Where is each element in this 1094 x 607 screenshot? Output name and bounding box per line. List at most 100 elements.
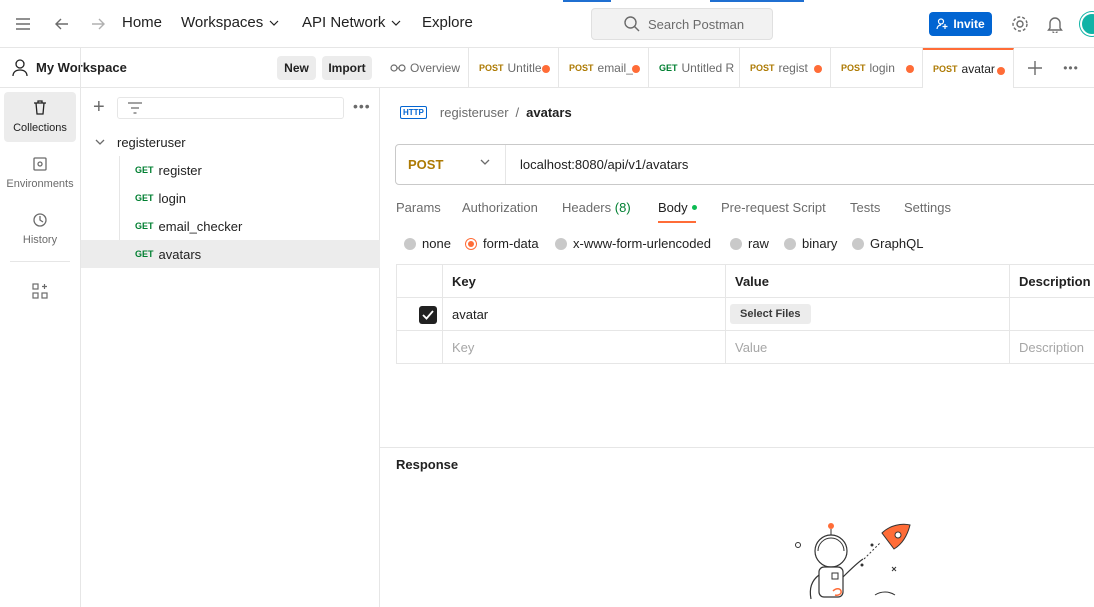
request-item-login[interactable]: GET login [81, 184, 380, 212]
new-description-input[interactable]: Description [1009, 331, 1094, 364]
rail-history[interactable]: History [4, 204, 76, 254]
http-icon: HTTP [400, 105, 427, 119]
tab-request-active[interactable]: POST avatar [923, 48, 1014, 88]
radio-button [852, 237, 864, 250]
nav-api-network[interactable]: API Network [302, 14, 401, 31]
radio-binary[interactable]: binary [784, 236, 837, 251]
row-key-field[interactable]: avatar [442, 298, 725, 330]
request-item-register[interactable]: GET register [81, 156, 380, 184]
breadcrumb: HTTP registeruser / avatars [400, 102, 572, 122]
tab-label: email_ [597, 61, 633, 75]
request-tabs-bar: Overview POST Untitle POST email_ GET Un… [380, 48, 1094, 88]
rail-collections[interactable]: Collections [4, 92, 76, 142]
nav-home[interactable]: Home [122, 14, 162, 31]
method-badge: GET [135, 165, 154, 175]
table-row: avatar Select Files [397, 298, 1094, 331]
radio-form-data[interactable]: form-data [465, 236, 539, 251]
tab-body[interactable]: Body [658, 200, 697, 215]
breadcrumb-parent[interactable]: registeruser [440, 105, 509, 120]
response-divider[interactable] [380, 447, 1094, 448]
select-files-button[interactable]: Select Files [730, 304, 811, 324]
method-badge: GET [135, 249, 154, 259]
nav-workspaces-label: Workspaces [181, 14, 264, 31]
unsaved-dot [997, 67, 1005, 75]
collection-row[interactable]: registeruser [81, 128, 380, 156]
search-icon [624, 16, 640, 32]
tab-method: POST [479, 63, 504, 73]
filter-input[interactable] [117, 97, 344, 119]
tab-request[interactable]: POST login [831, 48, 923, 88]
radio-graphql[interactable]: GraphQL [852, 236, 923, 251]
breadcrumb-current[interactable]: avatars [526, 105, 572, 120]
request-item-email-checker[interactable]: GET email_checker [81, 212, 380, 240]
back-arrow-icon[interactable] [50, 12, 74, 36]
import-button[interactable]: Import [322, 56, 372, 80]
new-tab-plus-icon[interactable] [1023, 56, 1047, 80]
tab-label: regist [778, 61, 808, 75]
tab-request[interactable]: GET Untitled R [649, 48, 740, 88]
radio-binary-label: binary [802, 236, 838, 251]
nav-api-network-label: API Network [302, 14, 386, 31]
breadcrumb-separator: / [515, 104, 520, 120]
radio-raw[interactable]: raw [730, 236, 769, 251]
rail-history-label: History [22, 234, 58, 246]
tab-tests[interactable]: Tests [850, 200, 880, 215]
settings-gear-icon[interactable] [1008, 12, 1032, 36]
radio-button [555, 237, 567, 250]
tab-headers[interactable]: Headers (8) [562, 200, 631, 215]
request-item-avatars[interactable]: GET avatars [81, 240, 380, 268]
rail-configure-workbench[interactable] [4, 266, 76, 316]
invite-button[interactable]: Invite [929, 12, 992, 36]
tab-label: avatar [961, 62, 995, 76]
unsaved-dot [814, 65, 822, 73]
tab-method: POST [933, 64, 958, 74]
checkmark-icon [422, 310, 434, 320]
chevron-down-icon [95, 139, 105, 145]
notification-bell-icon[interactable] [1043, 12, 1067, 36]
tab-params[interactable]: Params [396, 200, 441, 215]
table-header-row: Key Value Description [397, 265, 1094, 298]
add-collection-icon[interactable]: + [93, 97, 105, 117]
rail-environments[interactable]: Environments [4, 148, 76, 198]
nav-explore[interactable]: Explore [422, 14, 473, 31]
active-tab-underline [658, 221, 696, 223]
tabs-more-icon[interactable]: ••• [1059, 56, 1083, 80]
tab-label: Overview [410, 61, 461, 75]
method-select[interactable]: POST [396, 145, 506, 184]
tab-request[interactable]: POST Untitle [469, 48, 559, 88]
more-options-icon[interactable]: ••• [353, 98, 371, 114]
radio-button [730, 237, 742, 250]
search-input[interactable]: Search Postman [591, 8, 773, 40]
import-label: Import [328, 61, 366, 75]
menu-icon[interactable] [11, 12, 35, 36]
tab-request[interactable]: POST regist [740, 48, 831, 88]
row-value-field[interactable]: Select Files [725, 298, 1009, 330]
tab-prerequest-script[interactable]: Pre-request Script [721, 200, 826, 215]
row-description-field[interactable] [1009, 298, 1094, 330]
nav-workspaces[interactable]: Workspaces [181, 14, 279, 31]
tab-settings[interactable]: Settings [904, 200, 951, 215]
tab-request[interactable]: POST email_ [559, 48, 649, 88]
row-enabled-checkbox[interactable] [419, 306, 437, 324]
unsaved-dot [632, 65, 640, 73]
radio-none[interactable]: none [404, 236, 451, 251]
tab-settings-label: Settings [904, 200, 951, 215]
forward-arrow-icon[interactable] [86, 12, 110, 36]
radio-button-selected [465, 237, 477, 250]
tab-authorization[interactable]: Authorization [462, 200, 538, 215]
tab-method: POST [569, 63, 594, 73]
tab-overview[interactable]: Overview [380, 48, 469, 88]
url-input[interactable]: localhost:8080/api/v1/avatars [520, 157, 688, 172]
radio-urlencoded[interactable]: x-www-form-urlencoded [555, 236, 711, 251]
new-value-input[interactable]: Value [725, 331, 1009, 364]
column-header-description: Description [1009, 265, 1094, 297]
tab-label: Untitled R [681, 61, 735, 75]
radio-form-data-label: form-data [483, 236, 539, 251]
new-key-input[interactable]: Key [442, 331, 725, 364]
tab-method: POST [750, 63, 775, 73]
collection-name: registeruser [117, 134, 186, 150]
nav-home-label: Home [122, 14, 163, 31]
user-avatar[interactable] [1080, 12, 1094, 36]
new-button[interactable]: New [277, 56, 316, 80]
body-active-dot [691, 205, 697, 210]
